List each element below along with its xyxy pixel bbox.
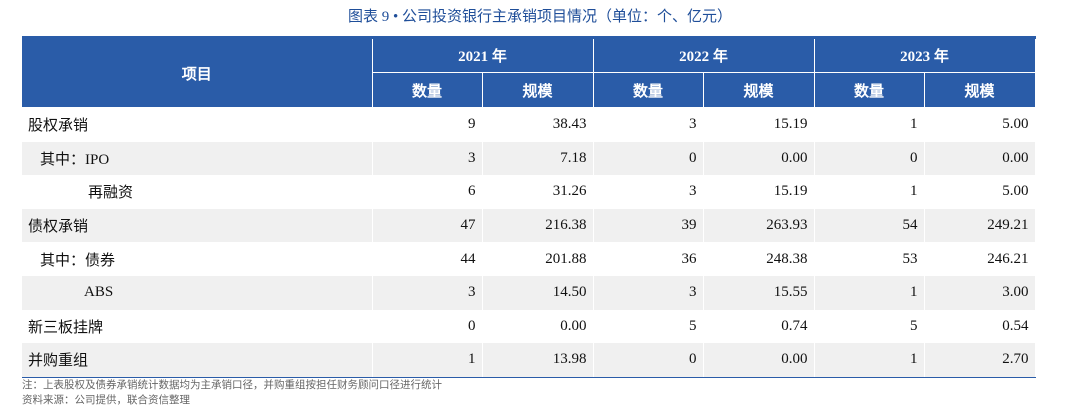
cell-value: 201.88 [482,242,594,276]
cell-value: 44 [372,242,483,276]
header-year-2021: 2021 年 [371,36,594,73]
cell-value: 1 [372,343,483,378]
cell-value: 0.00 [482,309,594,344]
cell-value: 13.98 [482,343,594,378]
row-label: 债权承销 [22,208,373,243]
table-row: 债权承销 47 216.38 39 263.93 54 249.21 [22,208,1036,243]
table-row: 再融资 6 31.26 3 15.19 1 5.00 [22,175,1036,209]
cell-value: 6 [372,175,483,209]
header-project: 项目 [22,36,373,108]
cell-value: 14.50 [482,275,594,310]
header-year-row: 项目 2021 年 2022 年 2023 年 [22,36,1036,108]
header-scale: 规模 [923,72,1036,108]
header-count: 数量 [371,72,483,108]
cell-value: 5.00 [924,175,1036,209]
cell-value: 39 [593,208,704,243]
cell-value: 31.26 [482,175,594,209]
cell-value: 15.19 [703,175,815,209]
cell-value: 9 [372,107,483,142]
underwriting-table: 项目 2021 年 2022 年 2023 年 数量 规模 数量 规模 数量 规… [22,36,1036,378]
cell-value: 0.00 [703,343,815,378]
cell-value: 0 [593,141,704,176]
table-title: 图表 9 • 公司投资银行主承销项目情况（单位：个、亿元） [347,9,732,25]
cell-value: 1 [814,343,925,378]
cell-value: 3 [593,175,704,209]
row-label: 新三板挂牌 [22,309,373,344]
cell-value: 0.74 [703,309,815,344]
row-label: 股权承销 [22,107,373,142]
cell-value: 3.00 [924,275,1036,310]
cell-value: 54 [814,208,925,243]
cell-value: 0.00 [924,141,1036,176]
row-label: 再融资 [22,175,373,209]
cell-value: 249.21 [924,208,1036,243]
row-label: 并购重组 [22,343,373,378]
cell-value: 1 [814,107,925,142]
cell-value: 2.70 [924,343,1036,378]
row-label: 其中：IPO [22,141,373,176]
cell-value: 53 [814,242,925,276]
cell-value: 263.93 [703,208,815,243]
row-label: ABS [22,275,373,310]
cell-value: 36 [593,242,704,276]
cell-value: 1 [814,175,925,209]
cell-value: 5 [593,309,704,344]
cell-value: 7.18 [482,141,594,176]
table-row: 并购重组 1 13.98 0 0.00 1 2.70 [22,343,1036,378]
row-label: 其中：债券 [22,242,373,276]
table-row: ABS 3 14.50 3 15.55 1 3.00 [22,275,1036,310]
cell-value: 246.21 [924,242,1036,276]
cell-value: 3 [593,107,704,142]
cell-value: 3 [593,275,704,310]
cell-value: 0 [593,343,704,378]
source-text: 资料来源：公司提供，联合资信整理 [22,395,190,406]
cell-value: 47 [372,208,483,243]
cell-value: 248.38 [703,242,815,276]
cell-value: 216.38 [482,208,594,243]
note-text: 注：上表股权及债券承销统计数据均为主承销口径，并购重组按担任财务顾问口径进行统计 [22,380,442,391]
cell-value: 5 [814,309,925,344]
cell-value: 0 [372,309,483,344]
header-year-2022: 2022 年 [592,36,815,73]
header-scale: 规模 [481,72,594,108]
cell-value: 0.54 [924,309,1036,344]
table-notes: 注：上表股权及债券承销统计数据均为主承销口径，并购重组按担任财务顾问口径进行统计… [22,378,442,408]
header-count: 数量 [813,72,925,108]
table-row: 其中：IPO 3 7.18 0 0.00 0 0.00 [22,141,1036,176]
table-row: 其中：债券 44 201.88 36 248.38 53 246.21 [22,242,1036,276]
header-year-2023: 2023 年 [813,36,1036,73]
table-row: 股权承销 9 38.43 3 15.19 1 5.00 [22,107,1036,142]
cell-value: 38.43 [482,107,594,142]
table-row: 新三板挂牌 0 0.00 5 0.74 5 0.54 [22,309,1036,344]
cell-value: 0 [814,141,925,176]
cell-value: 3 [372,141,483,176]
cell-value: 1 [814,275,925,310]
cell-value: 0.00 [703,141,815,176]
header-count: 数量 [592,72,704,108]
cell-value: 3 [372,275,483,310]
cell-value: 15.19 [703,107,815,142]
cell-value: 5.00 [924,107,1036,142]
cell-value: 15.55 [703,275,815,310]
header-scale: 规模 [702,72,815,108]
